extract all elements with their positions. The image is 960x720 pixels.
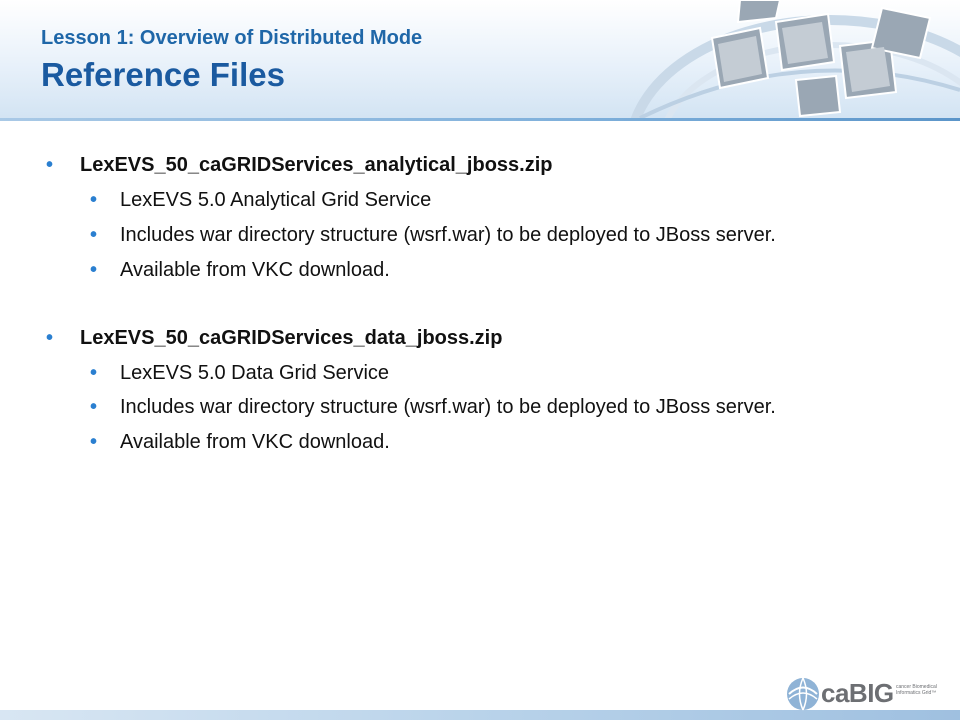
- bullet-icon: •: [90, 431, 98, 453]
- bullet-icon: •: [46, 327, 54, 349]
- cabig-logo: caBIG cancer Biomedical Informatics Grid…: [786, 674, 956, 714]
- slide-header: Lesson 1: Overview of Distributed Mode R…: [0, 0, 960, 118]
- bullet-icon: •: [90, 362, 98, 384]
- globe-logo-icon: [787, 677, 819, 711]
- list-item-text: Available from VKC download.: [120, 259, 390, 281]
- list-item-text: Available from VKC download.: [120, 431, 390, 453]
- list-item: • Includes war directory structure (wsrf…: [90, 224, 776, 247]
- lesson-subtitle: Lesson 1: Overview of Distributed Mode: [41, 27, 423, 49]
- bullet-icon: •: [90, 189, 98, 211]
- list-item: • Available from VKC download.: [90, 259, 390, 282]
- heading-text: LexEVS_50_caGRIDServices_data_jboss.zip: [80, 327, 503, 349]
- bullet-icon: •: [90, 259, 98, 281]
- section-heading-analytical: • LexEVS_50_caGRIDServices_analytical_jb…: [46, 154, 553, 177]
- header-divider: [0, 118, 960, 121]
- list-item: • Available from VKC download.: [90, 431, 390, 454]
- bullet-icon: •: [46, 154, 54, 176]
- section-heading-data: • LexEVS_50_caGRIDServices_data_jboss.zi…: [46, 327, 503, 350]
- list-item-text: Includes war directory structure (wsrf.w…: [120, 396, 776, 418]
- list-item-text: LexEVS 5.0 Data Grid Service: [120, 362, 390, 384]
- logo-tagline: cancer Biomedical Informatics Grid™: [896, 684, 937, 696]
- globe-graphic-icon: [630, 0, 960, 118]
- list-item: • Includes war directory structure (wsrf…: [90, 396, 776, 419]
- bullet-icon: •: [90, 224, 98, 246]
- list-item-text: Includes war directory structure (wsrf.w…: [120, 224, 776, 246]
- bullet-icon: •: [90, 396, 98, 418]
- list-item: • LexEVS 5.0 Data Grid Service: [90, 362, 390, 385]
- list-item-text: LexEVS 5.0 Analytical Grid Service: [120, 189, 432, 211]
- heading-text: LexEVS_50_caGRIDServices_analytical_jbos…: [80, 154, 553, 176]
- slide-title: Reference Files: [41, 56, 285, 93]
- list-item: • LexEVS 5.0 Analytical Grid Service: [90, 189, 432, 212]
- logo-text: caBIG: [821, 678, 894, 708]
